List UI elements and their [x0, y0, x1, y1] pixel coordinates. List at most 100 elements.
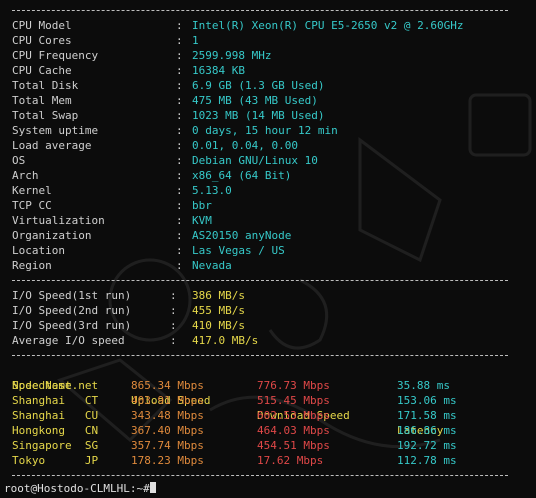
sysinfo-value: AS20150 anyNode — [192, 229, 292, 242]
divider-speedtest — [12, 355, 508, 356]
speedtest-rows: Speedtest.net 865.34 Mbps 776.73 Mbps 35.88… — [12, 378, 536, 468]
sysinfo-row: CPU Frequency:2599.998 MHz — [12, 48, 536, 63]
sysinfo-value: Intel(R) Xeon(R) CPU E5-2650 v2 @ 2.60GH… — [192, 19, 464, 32]
download-speed: 776.73 Mbps — [257, 379, 330, 392]
sysinfo-key: Load average — [12, 139, 92, 152]
upload-speed: 343.48 Mbps — [131, 409, 204, 422]
node-name: Shanghai CU — [12, 409, 99, 422]
sysinfo-value: 475 MB (43 MB Used) — [192, 94, 318, 107]
sysinfo-key: CPU Frequency — [12, 49, 99, 62]
io-row: Average I/O speed: 417.0 MB/s — [12, 333, 536, 348]
sysinfo-value: 5.13.0 — [192, 184, 232, 197]
sysinfo-value: 1 — [192, 34, 199, 47]
sysinfo-row: CPU Cache:16384 KB — [12, 63, 536, 78]
io-separator: : — [170, 334, 177, 347]
sysinfo-separator: : — [176, 244, 183, 257]
download-speed: 454.51 Mbps — [257, 439, 330, 452]
speedtest-row: Speedtest.net 865.34 Mbps 776.73 Mbps 35.88… — [12, 378, 536, 393]
io-row: I/O Speed(3rd run): 410 MB/s — [12, 318, 536, 333]
sysinfo-value: Las Vegas / US — [192, 244, 285, 257]
io-separator: : — [170, 319, 177, 332]
node-name: Speedtest.net — [12, 379, 99, 392]
sysinfo-separator: : — [176, 184, 183, 197]
sysinfo-key: OS — [12, 154, 26, 167]
speedtest-row: Shanghai CU 343.48 Mbps 602.53 Mbps 171.58 … — [12, 408, 536, 423]
system-info-section: CPU Model: Intel(R) Xeon(R) CPU E5-2650 v… — [12, 18, 536, 273]
io-key: I/O Speed(3rd run) — [12, 319, 132, 332]
sysinfo-value: 16384 KB — [192, 64, 245, 77]
download-speed: 515.45 Mbps — [257, 394, 330, 407]
sysinfo-separator: : — [176, 154, 183, 167]
sysinfo-key: CPU Cores — [12, 34, 72, 47]
sysinfo-row: CPU Model: Intel(R) Xeon(R) CPU E5-2650 v… — [12, 18, 536, 33]
sysinfo-value: 0 days, 15 hour 12 min — [192, 124, 338, 137]
divider-bottom — [12, 475, 508, 476]
sysinfo-row: Total Swap:1023 MB (14 MB Used) — [12, 108, 536, 123]
io-row: I/O Speed(1st run): 386 MB/s — [12, 288, 536, 303]
latency: 192.72 ms — [397, 439, 457, 452]
sysinfo-row: Organization: AS20150 anyNode — [12, 228, 536, 243]
sysinfo-value: 6.9 GB (1.3 GB Used) — [192, 79, 325, 92]
download-speed: 17.62 Mbps — [257, 454, 324, 467]
sysinfo-row: System uptime:0 days, 15 hour 12 min — [12, 123, 536, 138]
io-key: I/O Speed(2nd run) — [12, 304, 132, 317]
sysinfo-key: Arch — [12, 169, 39, 182]
io-row: I/O Speed(2nd run): 455 MB/s — [12, 303, 536, 318]
io-key: Average I/O speed — [12, 334, 125, 347]
sysinfo-separator: : — [176, 214, 183, 227]
sysinfo-key: CPU Model — [12, 19, 72, 32]
io-value: 410 MB/s — [192, 319, 245, 332]
speedtest-header-row: Node Name Upload Speed Download Speed La… — [12, 363, 536, 437]
sysinfo-value: 1023 MB (14 MB Used) — [192, 109, 325, 122]
sysinfo-separator: : — [176, 79, 183, 92]
sysinfo-value: Debian GNU/Linux 10 — [192, 154, 318, 167]
sysinfo-key: Virtualization — [12, 214, 105, 227]
speedtest-row: Hongkong CN 367.40 Mbps 464.03 Mbps 186.86 … — [12, 423, 536, 438]
sysinfo-row: CPU Cores:1 — [12, 33, 536, 48]
sysinfo-key: Organization — [12, 229, 92, 242]
sysinfo-separator: : — [176, 139, 183, 152]
sysinfo-value: bbr — [192, 199, 212, 212]
sysinfo-row: Arch: x86_64 (64 Bit) — [12, 168, 536, 183]
sysinfo-key: Region — [12, 259, 52, 272]
io-key: I/O Speed(1st run) — [12, 289, 132, 302]
upload-speed: 403.91 Mbps — [131, 394, 204, 407]
io-speed-section: I/O Speed(1st run):386 MB/s I/O Speed(2nd… — [12, 288, 536, 348]
sysinfo-separator: : — [176, 124, 183, 137]
upload-speed: 865.34 Mbps — [131, 379, 204, 392]
node-name: Tokyo JP — [12, 454, 99, 467]
speedtest-row: Shanghai CT 403.91 Mbps 515.45 Mbps 153.06 … — [12, 393, 536, 408]
sysinfo-key: Total Disk — [12, 79, 79, 92]
divider-top — [12, 10, 508, 11]
sysinfo-row: Location: Las Vegas / US — [12, 243, 536, 258]
speedtest-row: Singapore SG 357.74 Mbps 454.51 Mbps 192.72… — [12, 438, 536, 453]
node-name: Singapore SG — [12, 439, 99, 452]
sysinfo-row: Kernel:5.13.0 — [12, 183, 536, 198]
sysinfo-value: 0.01, 0.04, 0.00 — [192, 139, 298, 152]
sysinfo-key: Total Swap — [12, 109, 79, 122]
io-separator: : — [170, 289, 177, 302]
sysinfo-separator: : — [176, 49, 183, 62]
sysinfo-separator: : — [176, 94, 183, 107]
upload-speed: 357.74 Mbps — [131, 439, 204, 452]
upload-speed: 178.23 Mbps — [131, 454, 204, 467]
sysinfo-separator: : — [176, 259, 183, 272]
latency: 35.88 ms — [397, 379, 450, 392]
io-value: 386 MB/s — [192, 289, 245, 302]
io-value: 417.0 MB/s — [192, 334, 259, 347]
sysinfo-row: Virtualization: KVM — [12, 213, 536, 228]
upload-speed: 367.40 Mbps — [131, 424, 204, 437]
sysinfo-separator: : — [176, 199, 183, 212]
sysinfo-separator: : — [176, 169, 183, 182]
sysinfo-separator: : — [176, 109, 183, 122]
latency: 112.78 ms — [397, 454, 457, 467]
sysinfo-row: OS: Debian GNU/Linux 10 — [12, 153, 536, 168]
node-name: Shanghai CT — [12, 394, 99, 407]
sysinfo-value: Nevada — [192, 259, 232, 272]
sysinfo-separator: : — [176, 229, 183, 242]
latency: 171.58 ms — [397, 409, 457, 422]
download-speed: 602.53 Mbps — [257, 409, 330, 422]
sysinfo-value: KVM — [192, 214, 212, 227]
sysinfo-key: CPU Cache — [12, 64, 72, 77]
sysinfo-row: Total Mem:475 MB (43 MB Used) — [12, 93, 536, 108]
